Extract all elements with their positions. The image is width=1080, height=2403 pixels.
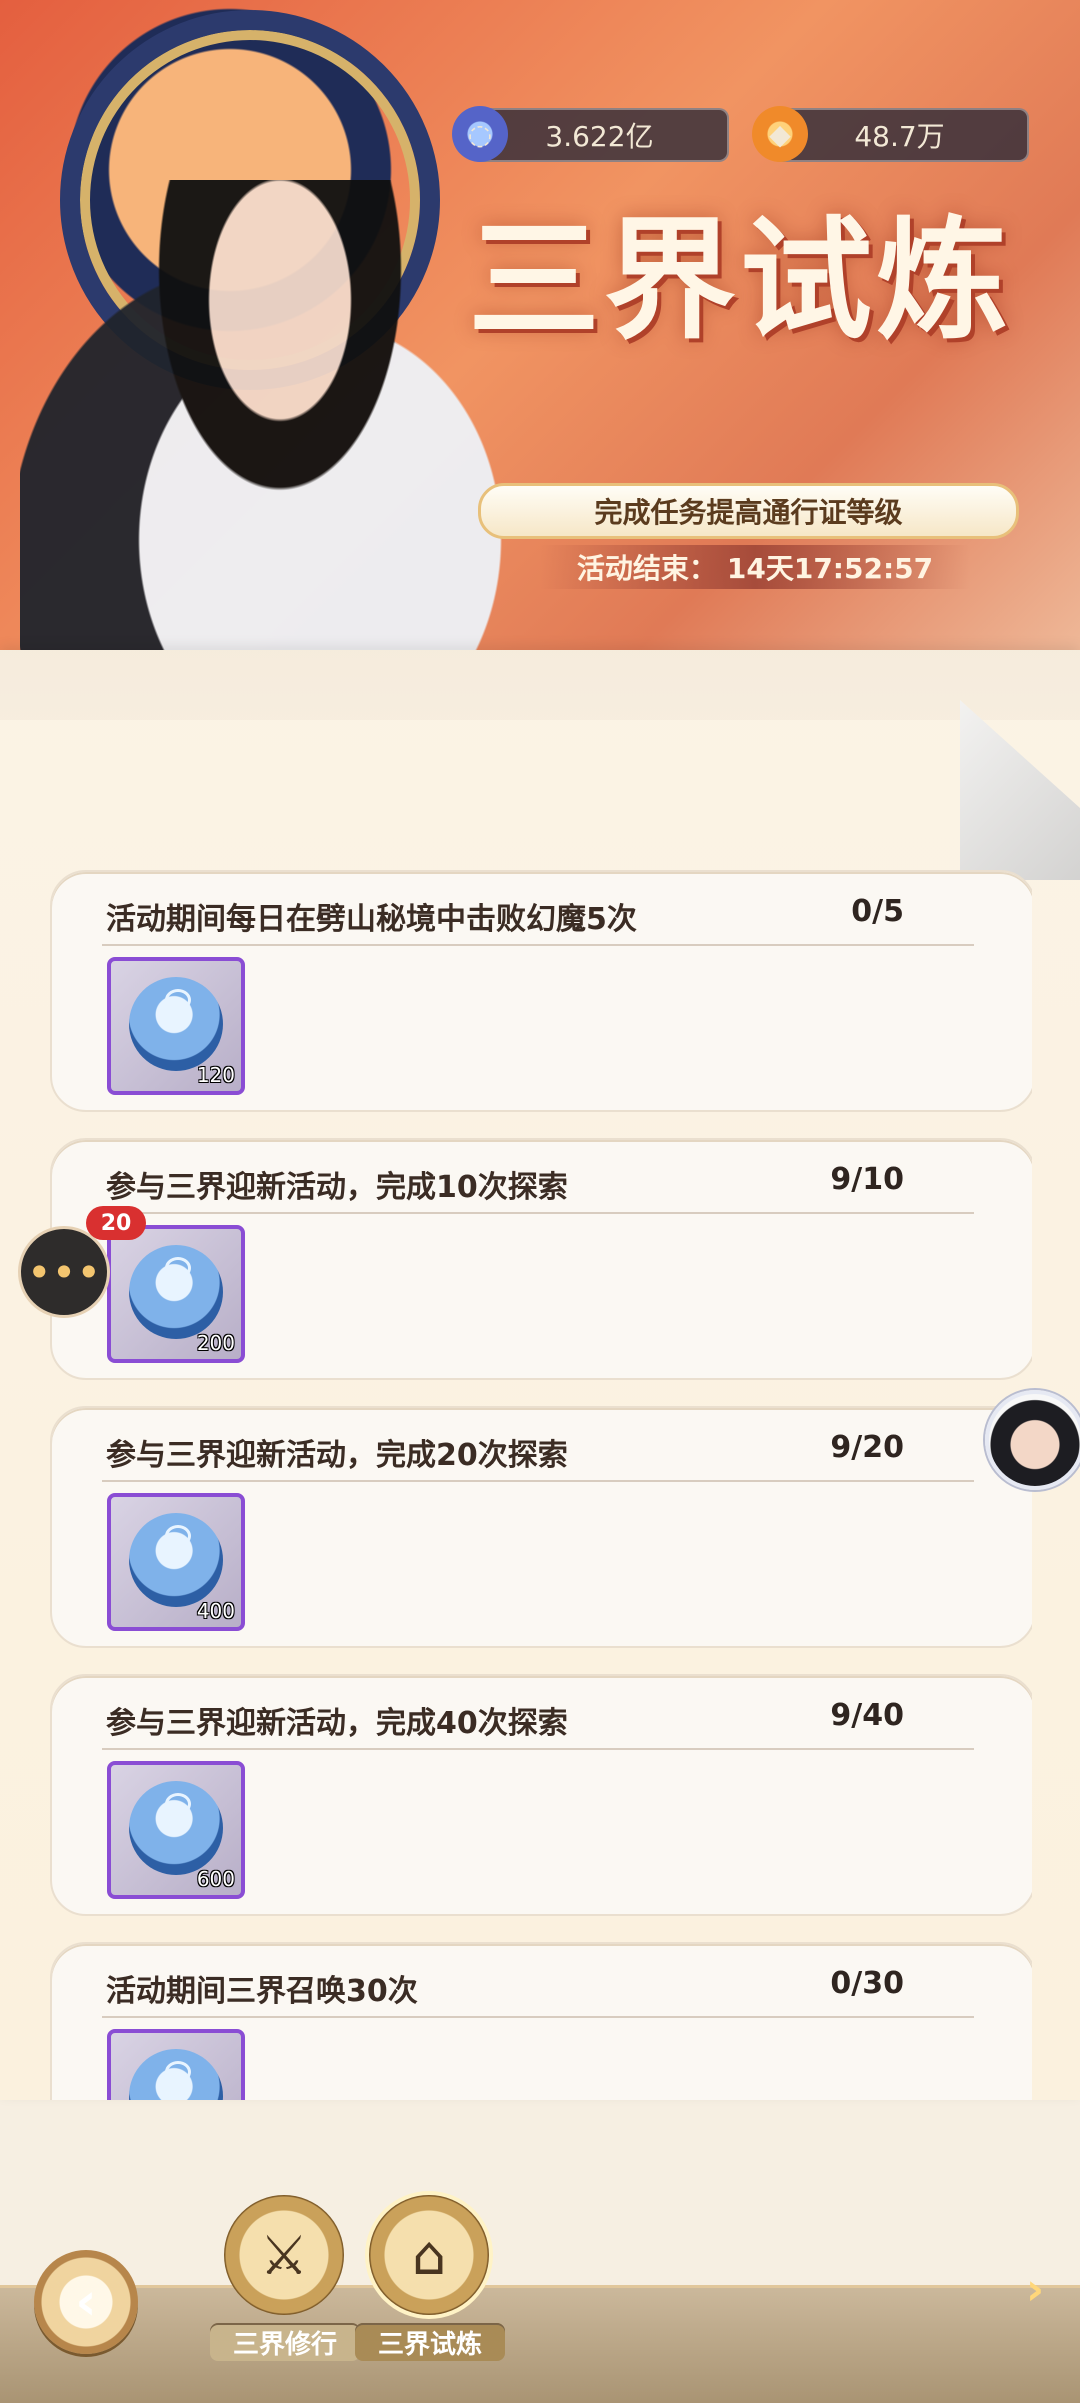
task-divider — [102, 1212, 974, 1214]
event-title: 三界试炼 — [468, 203, 1012, 358]
reward-item[interactable]: 600 — [107, 1761, 245, 1899]
reward-item[interactable]: 200 — [107, 1225, 245, 1363]
scroll-sword-icon: ⚔ — [224, 2195, 344, 2315]
chat-button[interactable]: ••• — [18, 1226, 110, 1318]
tab-three-realms-trial[interactable]: ⌂ 三界试炼 — [355, 2195, 505, 2365]
reward-quantity: 400 — [196, 1599, 235, 1623]
task-divider — [102, 944, 974, 946]
currency-jade-value: 3.622亿 — [545, 120, 654, 153]
event-banner: ◌ 3.622亿 ◆ 48.7万 三界试炼 完成任务提高通行证等级 活动结束： … — [0, 0, 1080, 760]
currency-coin-value: 48.7万 — [854, 120, 945, 153]
countdown-value: 14天17:52:57 — [726, 552, 934, 585]
event-subtitle: 完成任务提高通行证等级 — [478, 483, 1019, 539]
event-countdown: 活动结束： 14天17:52:57 — [540, 545, 970, 589]
reward-item[interactable]: 120 — [107, 957, 245, 1095]
currency-jade[interactable]: ◌ 3.622亿 — [452, 106, 729, 162]
reward-quantity: 120 — [196, 1063, 235, 1087]
task-progress: 0/30 — [830, 1966, 904, 2001]
assistant-avatar[interactable] — [985, 1390, 1080, 1490]
task-progress: 9/10 — [830, 1162, 904, 1197]
temple-icon: ⌂ — [369, 2195, 489, 2315]
task-title: 活动期间每日在劈山秘境中击败幻魔5次 — [106, 902, 637, 937]
task-divider — [102, 1748, 974, 1750]
experience-orb-icon — [129, 1513, 223, 1607]
task-card[interactable]: 活动期间每日在劈山秘境中击败幻魔5次 0/5 120 — [50, 870, 1032, 1112]
task-title: 活动期间三界召唤30次 — [106, 1974, 418, 2009]
experience-orb-icon — [129, 977, 223, 1071]
task-title: 参与三界迎新活动，完成40次探索 — [106, 1706, 568, 1741]
reward-item[interactable] — [107, 2029, 245, 2100]
task-progress: 9/40 — [830, 1698, 904, 1733]
event-subtitle-text: 完成任务提高通行证等级 — [594, 496, 903, 529]
reward-item[interactable]: 400 — [107, 1493, 245, 1631]
reward-quantity: 600 — [196, 1867, 235, 1891]
experience-orb-icon — [129, 1781, 223, 1875]
chat-icon: ••• — [26, 1247, 102, 1297]
task-card[interactable]: 参与三界迎新活动，完成10次探索 9/10 200 — [50, 1138, 1032, 1380]
soul-jade-icon: ◌ — [452, 106, 508, 162]
task-progress: 0/5 — [851, 894, 904, 929]
task-divider — [102, 1480, 974, 1482]
task-divider — [102, 2016, 974, 2018]
tab-three-realms-practice[interactable]: ⚔ 三界修行 — [210, 2195, 360, 2365]
back-arrow-icon: ‹ — [75, 2272, 97, 2332]
experience-orb-icon — [129, 2049, 223, 2100]
tab-label: 三界试炼 — [355, 2323, 505, 2361]
task-title: 参与三界迎新活动，完成10次探索 — [106, 1170, 568, 1205]
currency-coin[interactable]: ◆ 48.7万 — [752, 106, 1029, 162]
task-card[interactable]: 参与三界迎新活动，完成20次探索 9/20 400 — [50, 1406, 1032, 1648]
reward-quantity: 200 — [196, 1331, 235, 1355]
task-list[interactable]: 活动期间每日在劈山秘境中击败幻魔5次 0/5 120 参与三界迎新活动，完成10… — [50, 870, 1032, 2100]
task-title: 参与三界迎新活动，完成20次探索 — [106, 1438, 568, 1473]
chat-badge: 20 — [86, 1206, 146, 1240]
countdown-label: 活动结束： — [576, 552, 717, 585]
experience-orb-icon — [129, 1245, 223, 1339]
back-button[interactable]: ‹ — [34, 2250, 138, 2354]
task-card[interactable]: 参与三界迎新活动，完成40次探索 9/40 600 — [50, 1674, 1032, 1916]
tab-label: 三界修行 — [210, 2323, 360, 2361]
next-arrow-icon[interactable]: › — [1026, 2264, 1068, 2315]
flame-coin-icon: ◆ — [752, 106, 808, 162]
task-card[interactable]: 活动期间三界召唤30次 0/30 — [50, 1942, 1032, 2100]
bottom-navigation — [0, 2285, 1080, 2403]
task-progress: 9/20 — [830, 1430, 904, 1465]
